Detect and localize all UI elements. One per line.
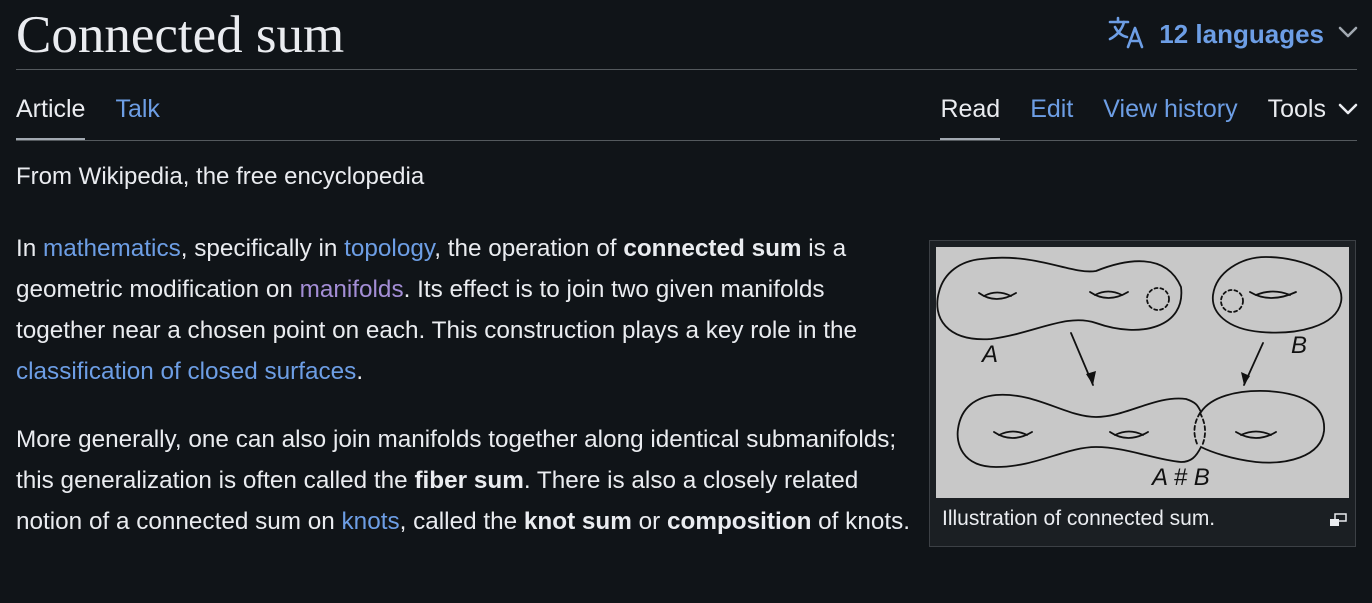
page-title: Connected sum xyxy=(16,6,345,64)
translate-icon xyxy=(1107,15,1145,54)
generalization-paragraph: More generally, one can also join manifo… xyxy=(16,419,916,542)
figure-label-sum: A # B xyxy=(1150,464,1210,491)
link-mathematics[interactable]: mathematics xyxy=(43,235,181,262)
text: , specifically in xyxy=(180,235,345,262)
namespace-tabs: Article Talk xyxy=(16,90,160,141)
text: . xyxy=(356,358,364,385)
languages-button[interactable]: 12 languages xyxy=(1107,14,1358,54)
connected-sum-illustration[interactable]: A B A # B xyxy=(936,247,1349,498)
figure-box: A B A # B Illustration of connected sum. xyxy=(929,240,1356,547)
bold-term: connected sum xyxy=(623,235,802,262)
text: In xyxy=(16,235,44,262)
text: or xyxy=(631,508,667,535)
intro-paragraph: In mathematics, specifically in topology… xyxy=(16,228,916,392)
text: of knots. xyxy=(811,508,911,535)
link-knots[interactable]: knots xyxy=(342,508,400,535)
link-manifolds[interactable]: manifolds xyxy=(300,276,404,303)
languages-label: 12 languages xyxy=(1159,18,1324,49)
site-tagline: From Wikipedia, the free encyclopedia xyxy=(16,163,425,190)
tabs-divider xyxy=(16,140,1357,141)
tab-view-history[interactable]: View history xyxy=(1103,90,1237,141)
tools-menu[interactable]: Tools xyxy=(1268,90,1358,141)
chevron-down-icon xyxy=(1338,90,1358,141)
link-topology[interactable]: topology xyxy=(344,235,434,262)
text: , called the xyxy=(399,508,524,535)
enlarge-icon[interactable] xyxy=(1323,507,1347,526)
figure-label-a: A xyxy=(980,341,998,368)
chevron-down-icon xyxy=(1338,25,1358,44)
tab-read[interactable]: Read xyxy=(940,90,1000,141)
text: , the operation of xyxy=(434,235,624,262)
tab-edit[interactable]: Edit xyxy=(1030,90,1073,141)
view-tabs: Read Edit View history Tools xyxy=(940,90,1358,141)
figure-caption: Illustration of connected sum. xyxy=(942,507,1216,530)
figure-label-b: B xyxy=(1291,332,1307,359)
tab-talk[interactable]: Talk xyxy=(115,90,159,141)
bold-term: composition xyxy=(666,508,812,535)
tab-article[interactable]: Article xyxy=(16,90,86,141)
link-classification-of-closed-surfaces[interactable]: classification of closed surfaces xyxy=(16,358,356,385)
tools-label: Tools xyxy=(1267,95,1326,123)
bold-term: fiber sum xyxy=(414,467,524,494)
bold-term: knot sum xyxy=(523,508,632,535)
title-divider xyxy=(16,69,1357,70)
